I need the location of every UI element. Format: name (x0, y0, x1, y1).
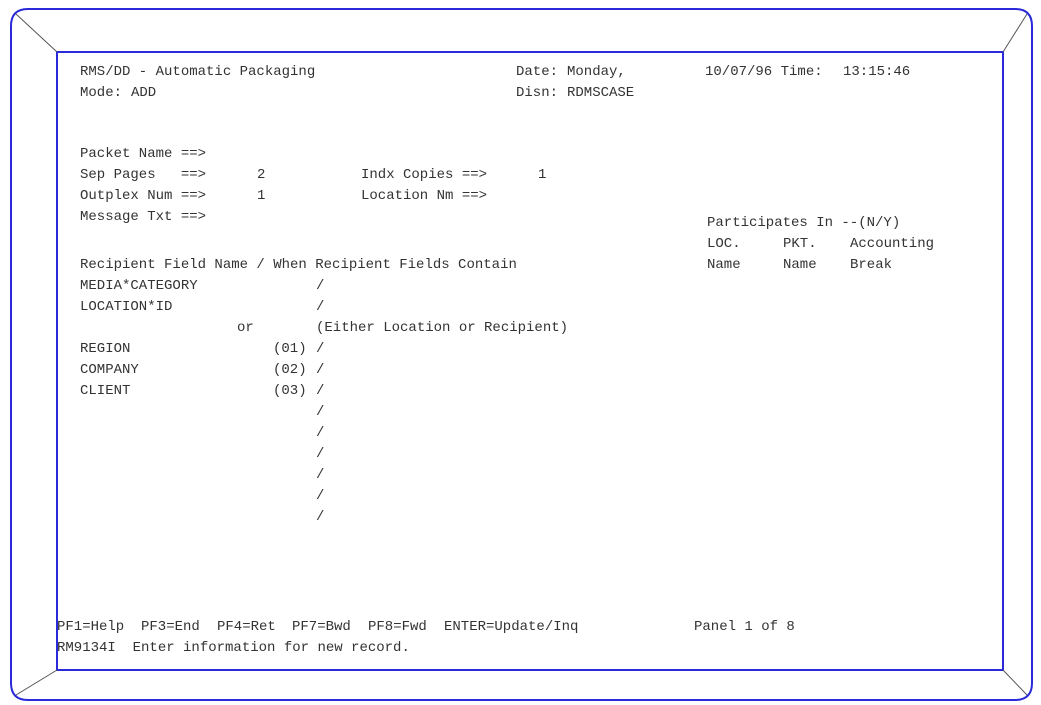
date-label: Date: (516, 64, 559, 80)
recipient-field-separator: / (316, 425, 325, 441)
participates-col3-bottom: Break (850, 257, 893, 273)
recipient-field-separator: / (316, 467, 325, 483)
recipient-row-name: LOCATION*ID (80, 299, 173, 315)
enter-key-update[interactable]: ENTER=Update/Inq (444, 617, 578, 637)
sep-pages-label: Sep Pages ==> (80, 167, 207, 183)
recipient-field-value[interactable] (337, 486, 667, 506)
recipient-field-value[interactable] (337, 402, 667, 422)
recipient-field-separator: / (316, 404, 325, 420)
pf-key-help[interactable]: PF1=Help (57, 617, 124, 637)
location-nm-label: Location Nm ==> (361, 188, 488, 204)
packet-name-label: Packet Name ==> (80, 146, 207, 162)
recipient-field-separator: / (316, 383, 325, 399)
recipient-field-value[interactable] (337, 360, 667, 380)
outplex-num-field[interactable]: 1 (257, 186, 317, 206)
datetime-label: 10/07/96 Time: (705, 64, 823, 80)
recipient-field-value[interactable] (337, 465, 667, 485)
recipient-row-separator: / (316, 299, 325, 315)
recipient-field-value[interactable] (337, 423, 667, 443)
terminal-screen: RMS/DD - Automatic Packaging Date: Monda… (57, 52, 1003, 670)
panel-indicator: Panel 1 of 8 (694, 619, 795, 635)
recipient-field-num: (03) (273, 383, 307, 399)
outplex-num-label: Outplex Num ==> (80, 188, 207, 204)
location-nm-field[interactable] (538, 186, 678, 206)
screen-title: RMS/DD - Automatic Packaging (80, 64, 316, 80)
recipient-field-separator: / (316, 509, 325, 525)
recipient-row-value-field[interactable] (337, 297, 667, 317)
recipient-field-name: REGION (80, 341, 131, 357)
disn-value: RDMSCASE (567, 85, 635, 101)
message-txt-field[interactable] (257, 207, 677, 227)
recipient-header: Recipient Field Name / When Recipient Fi… (80, 257, 517, 273)
status-message: RM9134I Enter information for new record… (57, 640, 410, 656)
indx-copies-field[interactable]: 1 (538, 165, 598, 185)
packet-name-field[interactable] (257, 144, 557, 164)
pf-key-backward[interactable]: PF7=Bwd (292, 617, 351, 637)
indx-copies-label: Indx Copies ==> (361, 167, 488, 183)
recipient-field-separator: / (316, 488, 325, 504)
recipient-field-name: CLIENT (80, 383, 131, 399)
or-note: (Either Location or Recipient) (316, 320, 569, 336)
recipient-field-name: COMPANY (80, 362, 139, 378)
recipient-field-num: (02) (273, 362, 307, 378)
sep-pages-field[interactable]: 2 (257, 165, 317, 185)
mode-value: ADD (131, 85, 157, 101)
pf-key-end[interactable]: PF3=End (141, 617, 200, 637)
pf-key-return[interactable]: PF4=Ret (217, 617, 276, 637)
recipient-field-value[interactable] (337, 507, 667, 527)
disn-label: Disn: (516, 85, 559, 101)
time-value: 13:15:46 (843, 64, 911, 80)
participates-col2-bottom: Name (783, 257, 817, 273)
recipient-field-separator: / (316, 446, 325, 462)
recipient-field-value[interactable] (337, 381, 667, 401)
recipient-field-value[interactable] (337, 444, 667, 464)
participates-col1-bottom: Name (707, 257, 741, 273)
message-txt-label: Message Txt ==> (80, 209, 207, 225)
participates-col1-top: LOC. (707, 236, 741, 252)
pf-key-forward[interactable]: PF8=Fwd (368, 617, 427, 637)
recipient-field-value[interactable] (337, 339, 667, 359)
recipient-row-separator: / (316, 278, 325, 294)
recipient-field-separator: / (316, 362, 325, 378)
mode-label: Mode: (80, 85, 123, 101)
recipient-field-separator: / (316, 341, 325, 357)
recipient-row-value-field[interactable] (337, 276, 667, 296)
participates-col3-top: Accounting (850, 236, 935, 252)
participates-title: Participates In --(N/Y) (707, 215, 901, 231)
date-value: Monday, (567, 64, 626, 80)
participates-col2-top: PKT. (783, 236, 817, 252)
recipient-field-num: (01) (273, 341, 307, 357)
recipient-row-name: MEDIA*CATEGORY (80, 278, 198, 294)
or-label: or (237, 320, 254, 336)
